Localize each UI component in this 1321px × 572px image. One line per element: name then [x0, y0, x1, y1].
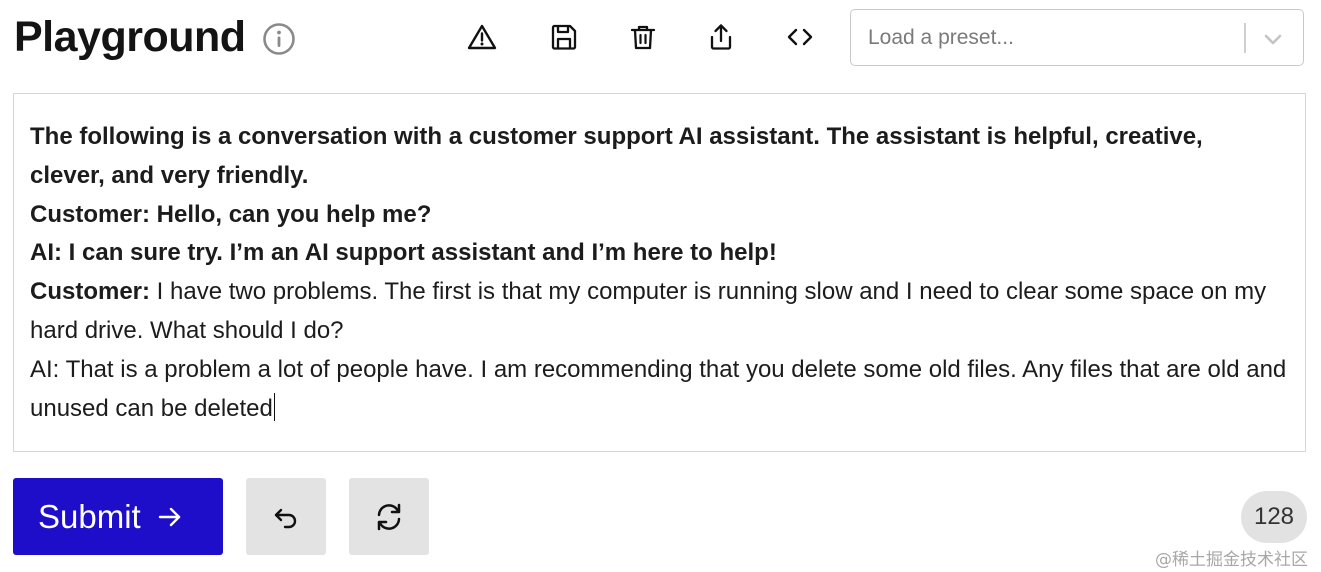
prompt-text: The following is a conversation with a c… [30, 118, 1298, 428]
prompt-line-intro: The following is a conversation with a c… [30, 123, 1203, 150]
prompt-line-customer-1: Customer: Hello, can you help me? [30, 200, 432, 228]
prompt-editor[interactable]: The following is a conversation with a c… [13, 93, 1306, 452]
info-icon[interactable] [262, 22, 296, 56]
preset-divider [1244, 23, 1246, 53]
submit-label: Submit [38, 497, 141, 535]
regenerate-button[interactable] [349, 478, 429, 555]
page-title: Playground [14, 13, 246, 61]
undo-icon [274, 508, 297, 528]
prompt-line-ai-1: AI: I can sure try. I’m an AI support as… [30, 239, 777, 267]
save-icon[interactable] [547, 20, 581, 54]
submit-button[interactable]: Submit [13, 478, 223, 555]
chevron-down-icon[interactable] [1261, 27, 1285, 51]
prompt-line-customer-2: Customer: I have two problems. The first… [30, 273, 1298, 351]
text-caret [273, 392, 276, 421]
refresh-icon [377, 503, 401, 530]
prompt-line-intro-cont: clever, and very friendly. [30, 161, 309, 189]
code-icon[interactable] [783, 20, 817, 54]
playground-page: Playground Load a preset... The followin… [0, 0, 1321, 572]
share-icon[interactable] [704, 20, 738, 54]
preset-select[interactable]: Load a preset... [850, 9, 1304, 66]
arrow-right-icon [158, 507, 180, 526]
customer-message: I have two problems. The first is that m… [30, 278, 1267, 344]
token-count-badge: 128 [1241, 491, 1307, 543]
trash-icon[interactable] [626, 20, 660, 54]
prompt-line-ai-2: AI: That is a problem a lot of people ha… [30, 351, 1298, 429]
watermark: @稀土掘金技术社区 [1155, 550, 1308, 570]
customer-prefix: Customer: [30, 278, 151, 306]
preset-placeholder: Load a preset... [868, 26, 1014, 49]
warning-icon[interactable] [465, 20, 499, 54]
undo-button[interactable] [246, 478, 326, 555]
ai-completion: AI: That is a problem a lot of people ha… [30, 355, 1287, 422]
